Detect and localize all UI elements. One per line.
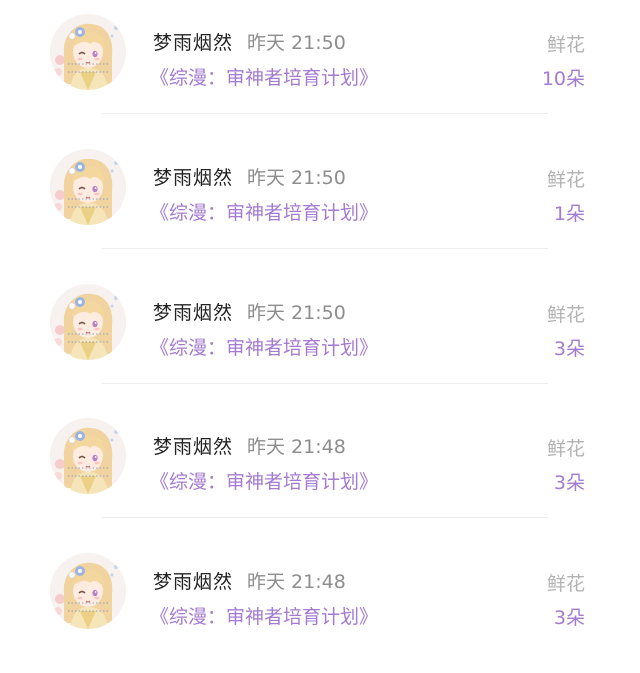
row-divider [102, 383, 548, 384]
book-title-link[interactable]: 《综漫：审神者培育计划》 [150, 63, 378, 90]
row-divider [102, 113, 548, 114]
book-title-link[interactable]: 《综漫：审神者培育计划》 [150, 467, 378, 494]
gift-count: 3朵 [553, 338, 585, 360]
anime-girl-avatar-icon [50, 14, 126, 90]
gift-count: 10朵 [541, 68, 585, 90]
user-name[interactable]: 梦雨烟然 [153, 432, 233, 459]
gift-type-label: 鲜花 [546, 438, 585, 460]
book-title-link[interactable]: 《综漫：审神者培育计划》 [150, 198, 378, 225]
gift-record-row[interactable]: 梦雨烟然 昨天 21:50 《综漫：审神者培育计划》 鲜花 10朵 [0, 0, 640, 134]
user-avatar[interactable] [50, 418, 126, 494]
user-avatar[interactable] [50, 284, 126, 360]
gift-type-label: 鲜花 [546, 304, 585, 326]
gift-type-label: 鲜花 [546, 169, 585, 191]
row-divider [102, 517, 548, 518]
record-time: 昨天 21:50 [247, 32, 346, 54]
gift-count: 3朵 [553, 472, 585, 494]
anime-girl-avatar-icon [50, 553, 126, 629]
user-name[interactable]: 梦雨烟然 [153, 163, 233, 190]
record-time: 昨天 21:48 [247, 436, 346, 458]
user-avatar[interactable] [50, 14, 126, 90]
user-name[interactable]: 梦雨烟然 [153, 298, 233, 325]
book-title-link[interactable]: 《综漫：审神者培育计划》 [150, 602, 378, 629]
anime-girl-avatar-icon [50, 149, 126, 225]
record-time: 昨天 21:48 [247, 571, 346, 593]
gift-type-label: 鲜花 [546, 573, 585, 595]
record-time: 昨天 21:50 [247, 302, 346, 324]
gift-record-list: 梦雨烟然 昨天 21:50 《综漫：审神者培育计划》 鲜花 10朵 梦雨烟然 昨… [0, 0, 640, 652]
user-avatar[interactable] [50, 149, 126, 225]
anime-girl-avatar-icon [50, 418, 126, 494]
gift-type-label: 鲜花 [546, 34, 585, 56]
gift-record-row[interactable]: 梦雨烟然 昨天 21:48 《综漫：审神者培育计划》 鲜花 3朵 [0, 539, 640, 673]
anime-girl-avatar-icon [50, 284, 126, 360]
user-name[interactable]: 梦雨烟然 [153, 567, 233, 594]
gift-record-row[interactable]: 梦雨烟然 昨天 21:48 《综漫：审神者培育计划》 鲜花 3朵 [0, 404, 640, 538]
record-time: 昨天 21:50 [247, 167, 346, 189]
book-title-link[interactable]: 《综漫：审神者培育计划》 [150, 333, 378, 360]
user-name[interactable]: 梦雨烟然 [153, 28, 233, 55]
gift-count: 3朵 [553, 607, 585, 629]
row-divider [102, 248, 548, 249]
gift-count: 1朵 [553, 203, 585, 225]
gift-record-row[interactable]: 梦雨烟然 昨天 21:50 《综漫：审神者培育计划》 鲜花 1朵 [0, 135, 640, 269]
user-avatar[interactable] [50, 553, 126, 629]
gift-record-row[interactable]: 梦雨烟然 昨天 21:50 《综漫：审神者培育计划》 鲜花 3朵 [0, 270, 640, 404]
